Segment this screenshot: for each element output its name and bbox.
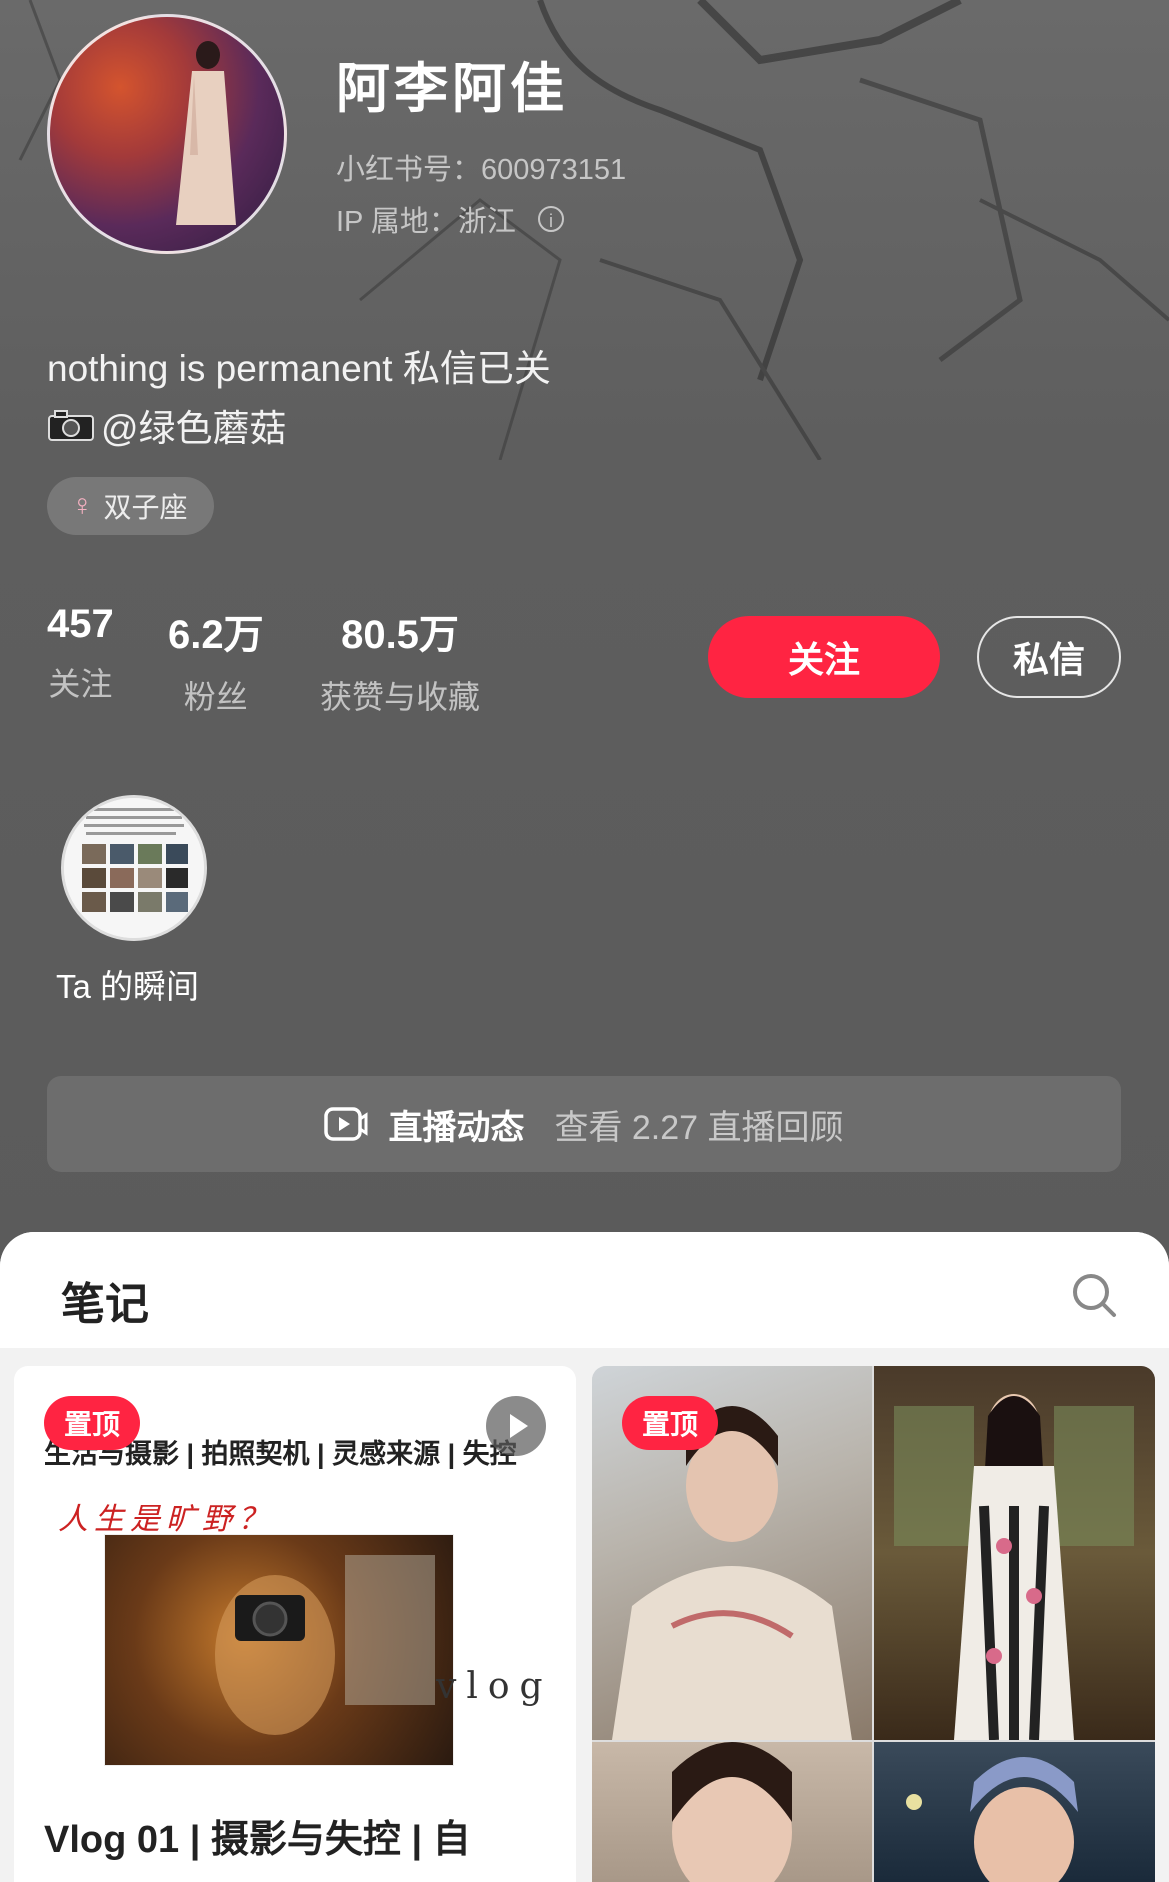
- moments-collage-image: [64, 798, 204, 938]
- live-replay-bar[interactable]: 直播动态 查看 2.27 直播回顾: [47, 1076, 1121, 1172]
- constellation-label: 双子座: [103, 492, 188, 523]
- moments-thumbnail[interactable]: [61, 795, 207, 941]
- profile-header-background: 阿李阿佳 小红书号：600973151 IP 属地：浙江 i nothing i…: [0, 0, 1169, 1270]
- note-cover-photo: [104, 1534, 454, 1766]
- bio-line-1: nothing is permanent 私信已关: [47, 348, 551, 389]
- note-cover-vlog-word: vlog: [436, 1666, 553, 1707]
- constellation-tag: ♀ 双子座: [47, 477, 214, 535]
- message-button[interactable]: 私信: [977, 616, 1121, 698]
- stat-value: 80.5万: [341, 613, 459, 657]
- note-title: Vlog 01 | 摄影与失控 | 自: [44, 1819, 471, 1861]
- live-video-icon: [324, 1107, 368, 1141]
- info-icon[interactable]: i: [537, 206, 564, 232]
- bio-line-2-row: @绿色蘑菇: [47, 398, 287, 452]
- stat-value: 6.2万: [168, 613, 264, 657]
- video-play-icon: [486, 1396, 546, 1456]
- stat-label: 粉丝: [183, 679, 248, 715]
- live-subtitle: 查看 2.27 直播回顾: [554, 1108, 844, 1147]
- note-cover-handwriting: 人生是旷野？: [58, 1502, 274, 1537]
- ip-location-row: IP 属地：浙江 i: [336, 198, 564, 240]
- search-icon[interactable]: [1071, 1272, 1117, 1318]
- stat-followers[interactable]: 6.2万 粉丝: [168, 602, 264, 718]
- notes-header: 笔记: [0, 1232, 1169, 1348]
- note-cover-tile: [874, 1366, 1155, 1740]
- note-card[interactable]: 置顶: [592, 1366, 1155, 1882]
- stat-likes-collections[interactable]: 80.5万 获赞与收藏: [320, 602, 480, 718]
- mention-link[interactable]: @绿色蘑菇: [101, 398, 287, 452]
- notes-panel: 笔记 置顶 生活与摄影 | 拍照契机 | 灵感来源 | 失控 人生是旷野？ vl…: [0, 1232, 1169, 1882]
- female-icon: ♀: [71, 489, 94, 522]
- profile-name: 阿李阿佳: [336, 59, 568, 119]
- stat-label: 关注: [48, 666, 113, 702]
- follow-button[interactable]: 关注: [708, 616, 940, 698]
- notes-tab[interactable]: 笔记: [61, 1268, 149, 1332]
- ip-location: IP 属地：浙江: [336, 206, 516, 238]
- stat-label: 获赞与收藏: [320, 679, 481, 715]
- note-cover-tile: [592, 1742, 872, 1882]
- live-title: 直播动态: [388, 1108, 525, 1147]
- pinned-badge: 置顶: [44, 1396, 141, 1450]
- red-id: 小红书号：600973151: [336, 154, 627, 186]
- stat-following[interactable]: 457 关注: [47, 602, 114, 705]
- avatar[interactable]: [47, 14, 287, 254]
- stat-value: 457: [47, 602, 114, 646]
- note-cover-tile: [874, 1742, 1155, 1882]
- note-card[interactable]: 置顶 生活与摄影 | 拍照契机 | 灵感来源 | 失控 人生是旷野？ vlog …: [14, 1366, 576, 1882]
- pinned-badge: 置顶: [622, 1396, 719, 1450]
- camera-icon: [48, 410, 94, 441]
- avatar-figure-image: [176, 41, 236, 225]
- moments-label: Ta 的瞬间: [56, 968, 200, 1005]
